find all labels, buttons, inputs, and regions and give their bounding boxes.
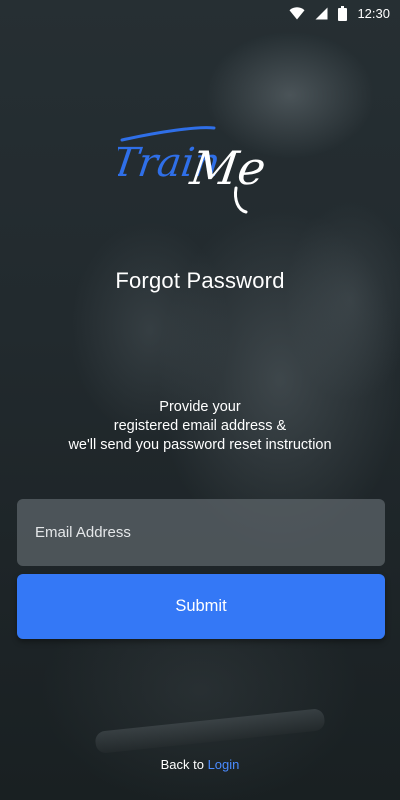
back-to-text: Back to <box>160 757 204 772</box>
email-field[interactable] <box>17 499 385 566</box>
instructions-line-3: we'll send you password reset instructio… <box>68 437 332 453</box>
instructions-text: Provide your registered email address & … <box>0 398 400 455</box>
instructions-line-1: Provide your <box>159 399 241 415</box>
back-to-login: Back to Login <box>0 757 400 772</box>
wifi-icon <box>289 6 305 20</box>
instructions-line-2: registered email address & <box>113 418 287 434</box>
logo-text-me: Me <box>186 141 268 195</box>
trainme-logo: Train Me <box>108 118 269 218</box>
battery-icon <box>338 5 348 21</box>
login-link[interactable]: Login <box>208 757 240 772</box>
status-bar: 12:30 <box>0 0 400 26</box>
page-title: Forgot Password <box>115 268 285 293</box>
signal-icon <box>315 7 328 20</box>
status-time: 12:30 <box>357 5 390 21</box>
submit-button[interactable]: Submit <box>17 574 385 639</box>
